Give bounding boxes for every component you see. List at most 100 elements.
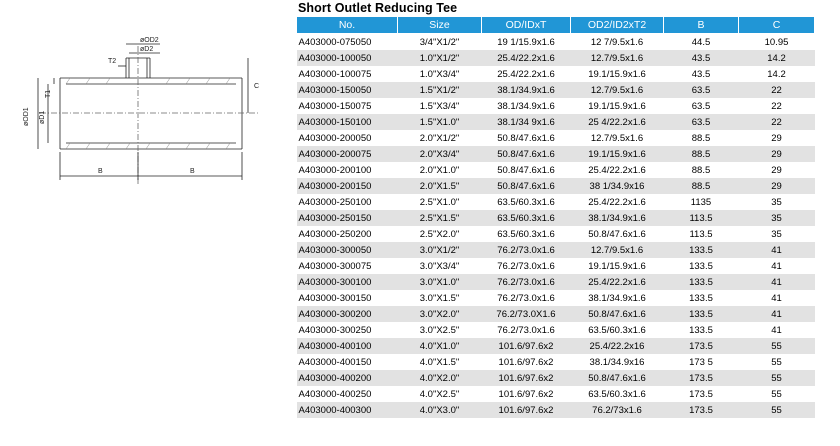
cell-size: 3/4"X1/2"	[397, 33, 482, 50]
cell-no: A403000-100075	[296, 66, 398, 82]
table-row: A403000-300150 3.0"X1.5" 76.2/73.0x1.6 38.1…	[296, 290, 815, 306]
cell-b: 43.5	[663, 50, 739, 66]
cell-od-id-t: 76.2/73.0X1.6	[481, 306, 571, 322]
cell-c: 35	[738, 210, 815, 226]
cell-od2-id2-t2: 19.1/15.9x1.6	[570, 258, 664, 274]
cell-od-id-t: 101.6/97.6x2	[481, 386, 571, 402]
cell-c: 14.2	[738, 50, 815, 66]
cell-no: A403000-300250	[296, 322, 398, 338]
cell-size: 1.0"X3/4"	[397, 66, 482, 82]
cell-c: 41	[738, 322, 815, 338]
cell-od2-id2-t2: 63.5/60.3x1.6	[570, 386, 664, 402]
table-row: A403000-300200 3.0"X2.0" 76.2/73.0X1.6 50.8…	[296, 306, 815, 322]
column-header-size: Size	[397, 16, 482, 34]
cell-no: A403000-400300	[296, 402, 398, 418]
table-row: A403000-300050 3.0"X1/2" 76.2/73.0x1.6 12.7…	[296, 242, 815, 258]
cell-od2-id2-t2: 50.8/47.6x1.6	[570, 226, 664, 242]
cell-od-id-t: 25.4/22.2x1.6	[481, 66, 571, 82]
cell-od2-id2-t2: 50.8/47.6x1.6	[570, 370, 664, 386]
cell-c: 55	[738, 402, 815, 418]
cell-od2-id2-t2: 12 7/9.5x1.6	[570, 33, 664, 50]
cell-b: 133.5	[663, 242, 739, 258]
cell-no: A403000-150050	[296, 82, 398, 98]
cell-od-id-t: 19 1/15.9x1.6	[481, 33, 571, 50]
label-b-right: B	[190, 168, 195, 175]
cell-b: 113.5	[663, 226, 739, 242]
cell-no: A403000-200100	[296, 162, 398, 178]
cell-b: 113.5	[663, 210, 739, 226]
column-header-no: No.	[296, 16, 398, 34]
cell-no: A403000-300200	[296, 306, 398, 322]
cell-c: 55	[738, 386, 815, 402]
table-row: A403000-300250 3.0"X2.5" 76.2/73.0x1.6 63.5…	[296, 322, 815, 338]
cell-no: A403000-300075	[296, 258, 398, 274]
page-title: Short Outlet Reducing Tee	[298, 1, 458, 15]
cell-no: A403000-250200	[296, 226, 398, 242]
table-header-row: No. Size OD/IDxT OD2/ID2xT2 B C	[296, 16, 815, 34]
label-b-left: B	[98, 168, 103, 175]
table-row: A403000-400150 4.0"X1.5" 101.6/97.6x2 38.1/…	[296, 354, 815, 370]
table-row: A403000-400200 4.0"X2.0" 101.6/97.6x2 50.8/…	[296, 370, 815, 386]
cell-od2-id2-t2: 25.4/22.2x1.6	[570, 162, 664, 178]
cell-od-id-t: 50.8/47.6x1.6	[481, 130, 571, 146]
cell-c: 41	[738, 258, 815, 274]
cell-size: 1.5"X3/4"	[397, 98, 482, 114]
cell-size: 2.5"X1.5"	[397, 210, 482, 226]
table-row: A403000-200050 2.0"X1/2" 50.8/47.6x1.6 12.7…	[296, 130, 815, 146]
cell-b: 173.5	[663, 386, 739, 402]
column-header-c: C	[738, 16, 815, 34]
cell-c: 41	[738, 306, 815, 322]
cell-od2-id2-t2: 38 1/34.9x16	[570, 178, 664, 194]
cell-od2-id2-t2: 63.5/60.3x1.6	[570, 322, 664, 338]
cell-c: 55	[738, 370, 815, 386]
label-t1: T1	[45, 90, 52, 98]
cell-od-id-t: 50.8/47.6x1.6	[481, 162, 571, 178]
cell-c: 10.95	[738, 33, 815, 50]
table-row: A403000-400250 4.0"X2.5" 101.6/97.6x2 63.5/…	[296, 386, 815, 402]
cell-no: A403000-075050	[296, 33, 398, 50]
cell-od2-id2-t2: 19.1/15.9x1.6	[570, 66, 664, 82]
cell-b: 173.5	[663, 370, 739, 386]
cell-c: 29	[738, 130, 815, 146]
cell-od2-id2-t2: 12.7/9.5x1.6	[570, 242, 664, 258]
cell-od2-id2-t2: 12.7/9.5x1.6	[570, 50, 664, 66]
cell-b: 1135	[663, 194, 739, 210]
cell-b: 88.5	[663, 130, 739, 146]
cell-b: 133.5	[663, 306, 739, 322]
cell-size: 1.0"X1/2"	[397, 50, 482, 66]
table-row: A403000-200075 2.0"X3/4" 50.8/47.6x1.6 19.1…	[296, 146, 815, 162]
cell-size: 4.0"X2.5"	[397, 386, 482, 402]
cell-no: A403000-300100	[296, 274, 398, 290]
column-header-od-id-t: OD/IDxT	[481, 16, 571, 34]
cell-od-id-t: 25.4/22.2x1.6	[481, 50, 571, 66]
cell-od-id-t: 101.6/97.6x2	[481, 354, 571, 370]
cell-b: 133.5	[663, 274, 739, 290]
label-t2: T2	[108, 58, 116, 65]
cell-size: 2.5"X1.0"	[397, 194, 482, 210]
cell-size: 3.0"X3/4"	[397, 258, 482, 274]
cell-od2-id2-t2: 19.1/15.9x1.6	[570, 146, 664, 162]
cell-b: 173.5	[663, 402, 739, 418]
cell-no: A403000-400200	[296, 370, 398, 386]
cell-no: A403000-200075	[296, 146, 398, 162]
cell-b: 63.5	[663, 98, 739, 114]
cell-od-id-t: 101.6/97.6x2	[481, 370, 571, 386]
cell-no: A403000-100050	[296, 50, 398, 66]
table-row: A403000-400300 4.0"X3.0" 101.6/97.6x2 76.2/…	[296, 402, 815, 418]
label-c: C	[254, 83, 259, 90]
cell-c: 22	[738, 114, 815, 130]
cell-od2-id2-t2: 19.1/15.9x1.6	[570, 98, 664, 114]
table-row: A403000-100075 1.0"X3/4" 25.4/22.2x1.6 19.1…	[296, 66, 815, 82]
cell-no: A403000-400250	[296, 386, 398, 402]
cell-size: 3.0"X2.0"	[397, 306, 482, 322]
table-row: A403000-250200 2.5"X2.0" 63.5/60.3x1.6 50.8…	[296, 226, 815, 242]
cell-no: A403000-400150	[296, 354, 398, 370]
cell-od2-id2-t2: 12.7/9.5x1.6	[570, 82, 664, 98]
table-row: A403000-150075 1.5"X3/4" 38.1/34.9x1.6 19.1…	[296, 98, 815, 114]
cell-od-id-t: 101.6/97.6x2	[481, 338, 571, 354]
cell-no: A403000-300050	[296, 242, 398, 258]
tee-technical-drawing: øOD2 øD2 T2 T1 øOD1 øD1 C B B	[23, 37, 260, 186]
column-header-b: B	[663, 16, 739, 34]
cell-od-id-t: 101.6/97.6x2	[481, 402, 571, 418]
spec-table: No. Size OD/IDxT OD2/ID2xT2 B C A403000-…	[296, 16, 815, 418]
